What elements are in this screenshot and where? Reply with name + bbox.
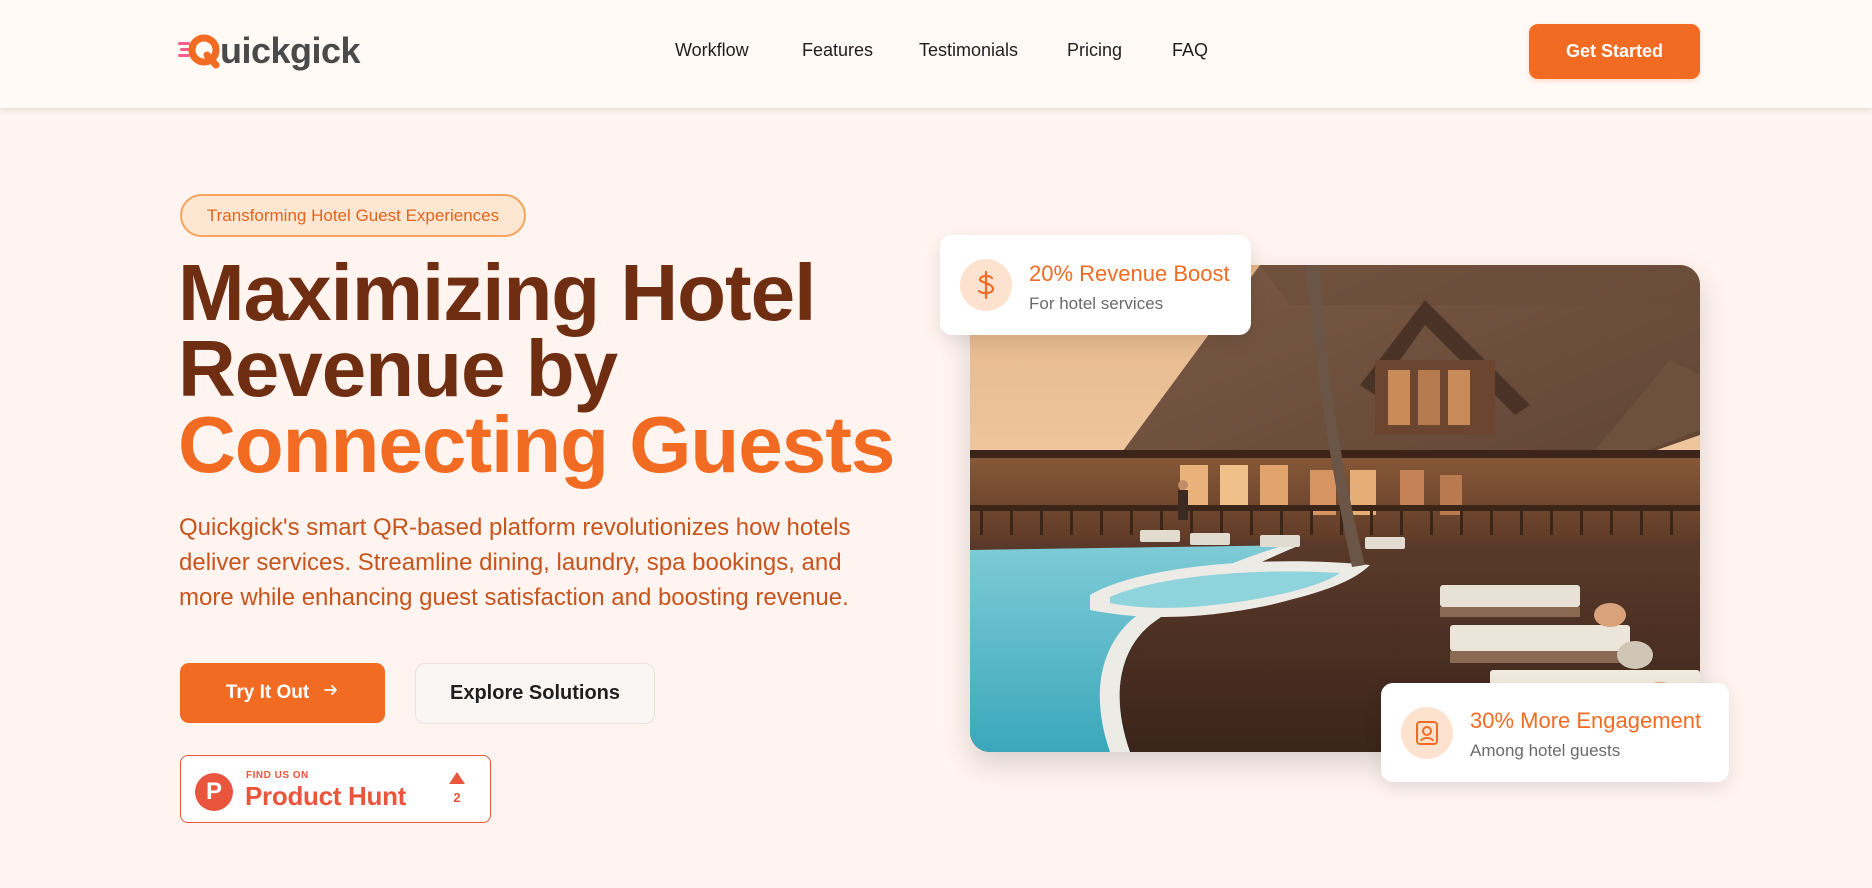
nav-features[interactable]: Features: [802, 40, 873, 61]
product-hunt-logo-icon: P: [195, 773, 233, 811]
try-it-out-button[interactable]: Try It Out: [180, 663, 385, 723]
upvote-arrow-icon: [449, 772, 465, 784]
hero-headline: Maximizing Hotel Revenue by Connecting G…: [178, 248, 938, 489]
revenue-boost-subtitle: For hotel services: [1029, 294, 1164, 313]
product-hunt-small-text: FIND US ON: [246, 770, 309, 781]
try-it-out-label: Try It Out: [225, 682, 310, 703]
upvote-count: 2: [453, 790, 461, 805]
revenue-boost-title: 20% Revenue Boost: [1029, 261, 1230, 286]
hero-resort-image: [970, 265, 1700, 752]
product-hunt-badge[interactable]: P FIND US ON Product Hunt 2: [180, 755, 491, 823]
headline-line-2: Revenue by: [178, 324, 618, 413]
engagement-subtitle: Among hotel guests: [1470, 741, 1621, 760]
hero-tag: Transforming Hotel Guest Experiences: [180, 194, 526, 237]
headline-accent: Connecting Guests: [178, 400, 895, 489]
nav-testimonials[interactable]: Testimonials: [919, 40, 1018, 61]
get-started-button[interactable]: Get Started: [1529, 24, 1700, 79]
hero-description: Quickgick's smart QR-based platform revo…: [179, 514, 851, 611]
explore-solutions-button[interactable]: Explore Solutions: [415, 663, 655, 724]
headline-line-1: Maximizing Hotel: [178, 248, 816, 337]
site-header: uickgick Workflow Features Testimonials …: [0, 0, 1872, 109]
product-hunt-name: Product Hunt: [245, 781, 407, 811]
nav-faq[interactable]: FAQ: [1172, 40, 1208, 61]
nav-pricing[interactable]: Pricing: [1067, 40, 1122, 61]
engagement-title: 30% More Engagement: [1470, 708, 1702, 733]
nav-workflow[interactable]: Workflow: [675, 40, 749, 61]
revenue-boost-card: 20% Revenue Boost For hotel services: [940, 235, 1251, 335]
engagement-card: 30% More Engagement Among hotel guests: [1381, 683, 1729, 782]
arrow-right-icon: [323, 682, 339, 704]
user-portrait-icon: [1401, 707, 1453, 759]
dollar-icon: [960, 259, 1012, 311]
